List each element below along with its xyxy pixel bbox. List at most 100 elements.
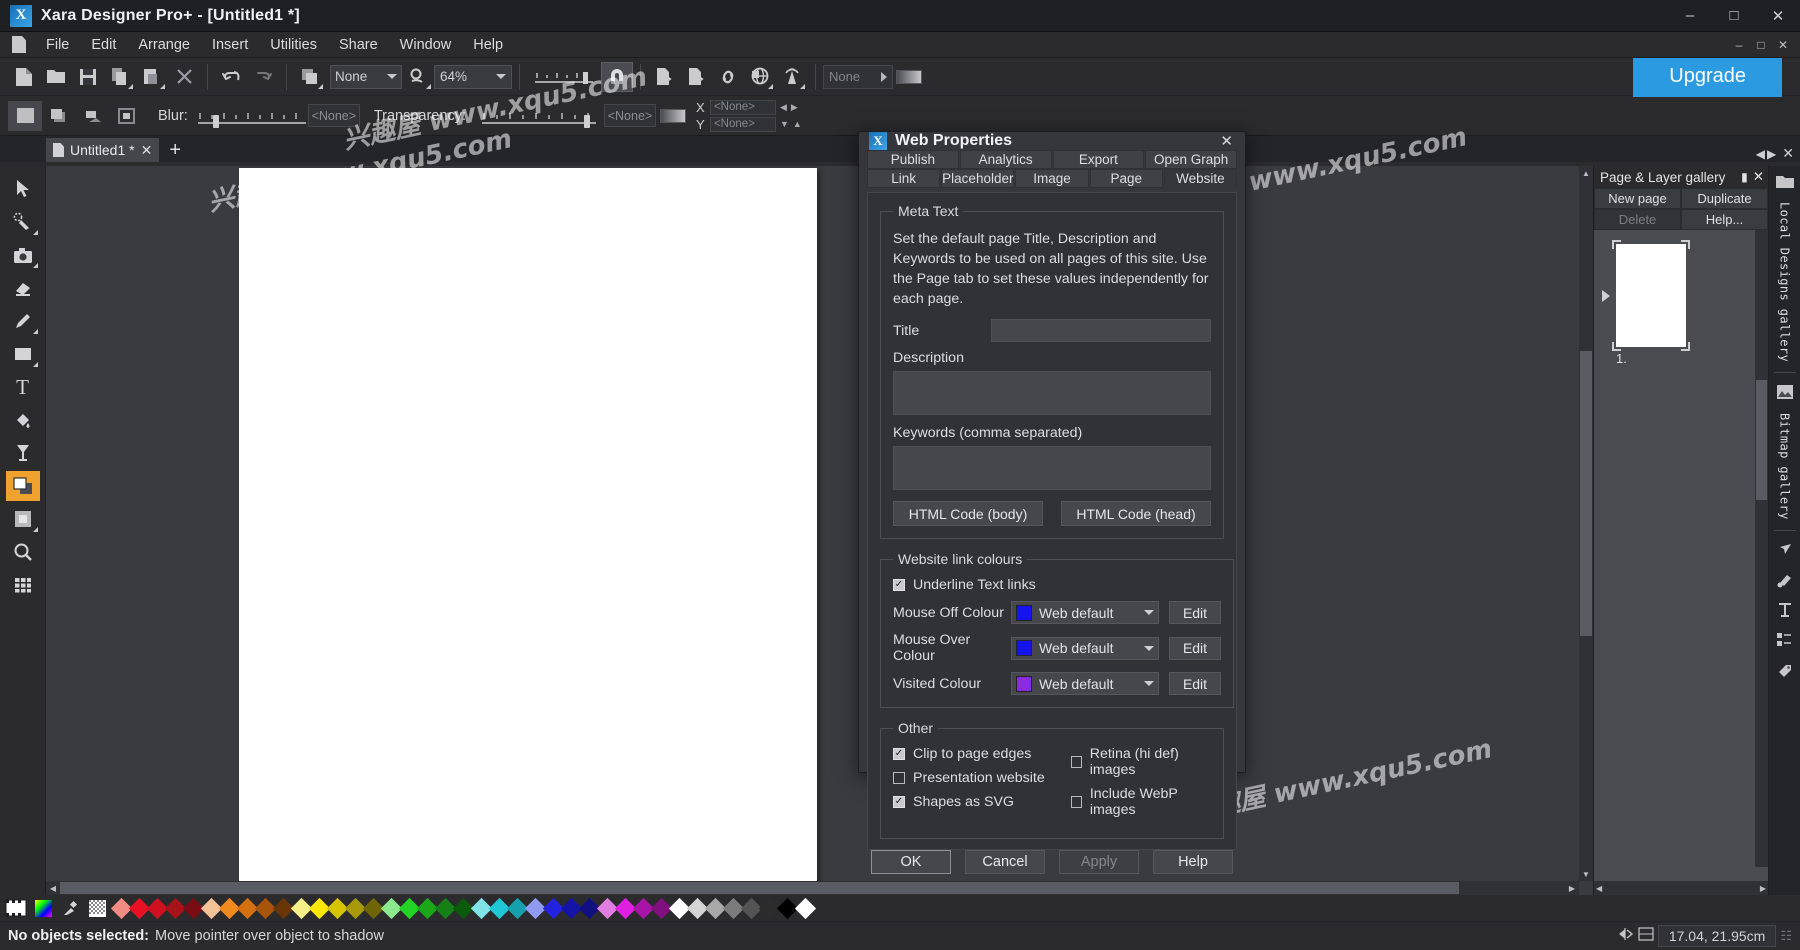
gallery-body[interactable]: 1. (1594, 230, 1768, 881)
arrow-cursor-icon[interactable] (1770, 535, 1800, 565)
tag-icon[interactable] (1770, 655, 1800, 685)
copy-icon[interactable] (104, 62, 136, 92)
redo-icon[interactable] (247, 62, 279, 92)
folder-icon[interactable] (1770, 166, 1800, 196)
transparency-tool[interactable] (6, 438, 40, 468)
title-input[interactable] (991, 319, 1211, 342)
doc-minimize-button[interactable]: – (1728, 38, 1750, 52)
presentation-website-row[interactable]: Presentation website (893, 770, 1071, 786)
duplicate-page-button[interactable]: Duplicate (1681, 188, 1768, 209)
gallery-scroll-left-icon[interactable]: ◀ (1596, 884, 1602, 893)
transparency-slider[interactable] (480, 107, 598, 128)
shapes-as-svg-row[interactable]: ✓ Shapes as SVG (893, 794, 1071, 810)
tab-export[interactable]: Export (1052, 150, 1145, 169)
style-select[interactable]: None (330, 64, 402, 89)
html-code-head-button[interactable]: HTML Code (head) (1061, 501, 1211, 526)
canvas[interactable]: ▲ ▼ ◀ ▶ (46, 166, 1593, 895)
close-button[interactable]: ✕ (1756, 0, 1800, 32)
maximize-button[interactable]: □ (1712, 0, 1756, 32)
mouse-off-colour-select[interactable]: Web default (1011, 601, 1159, 624)
menu-file[interactable]: File (35, 34, 80, 56)
gallery-scroll-thumb[interactable] (1756, 380, 1767, 500)
horizontal-scroll-thumb[interactable] (60, 882, 1459, 894)
link-target-field[interactable]: None (823, 64, 893, 89)
units-icon[interactable] (1638, 927, 1654, 945)
document-tab[interactable]: Untitled1 * ✕ (46, 138, 160, 162)
y-down-icon[interactable]: ▼ (780, 119, 789, 129)
no-color-icon[interactable] (4, 897, 28, 919)
zoom-tool-icon[interactable] (402, 62, 434, 92)
zoom-level-input[interactable]: 64% (434, 64, 512, 89)
close-tab-icon[interactable]: ✕ (141, 142, 153, 159)
help-button[interactable]: Help (1153, 850, 1233, 874)
y-input[interactable]: <None> (709, 116, 776, 132)
underline-checkbox[interactable]: ✓ (893, 579, 905, 591)
minimize-button[interactable]: – (1668, 0, 1712, 32)
floor-shadow-button[interactable] (76, 101, 110, 131)
cancel-button[interactable]: Cancel (965, 850, 1045, 874)
web-properties-dialog[interactable]: X Web Properties ✕ Publish Analytics Exp… (858, 131, 1246, 874)
tab-link[interactable]: Link (867, 169, 941, 188)
new-tab-button[interactable]: + (159, 140, 191, 162)
blur-value-field[interactable]: <None> (307, 104, 360, 127)
tab-open-graph[interactable]: Open Graph (1145, 150, 1237, 169)
gallery-close-icon[interactable]: ✕ (1753, 169, 1764, 185)
scroll-left-icon[interactable]: ◀ (46, 881, 60, 895)
delete-icon[interactable] (168, 62, 200, 92)
html-code-body-button[interactable]: HTML Code (body) (893, 501, 1043, 526)
quality-slider[interactable] (533, 66, 595, 88)
gallery-horizontal-scrollbar[interactable]: ◀ ▶ (1594, 881, 1768, 895)
tab-website[interactable]: Website (1163, 169, 1237, 188)
upgrade-button[interactable]: Upgrade (1633, 56, 1782, 97)
include-webp-checkbox[interactable] (1071, 796, 1082, 808)
broadcast-icon[interactable] (776, 62, 808, 92)
page-thumbnail-row[interactable] (1594, 240, 1768, 351)
mirror-icon[interactable] (1618, 927, 1634, 945)
import-icon[interactable] (648, 62, 680, 92)
canvas-vertical-scrollbar[interactable]: ▲ ▼ (1579, 166, 1593, 881)
paste-icon[interactable] (136, 62, 168, 92)
eraser-tool[interactable] (6, 273, 40, 303)
doc-close-button[interactable]: ✕ (1772, 38, 1794, 52)
paint-icon[interactable] (1770, 565, 1800, 595)
menu-window[interactable]: Window (389, 34, 463, 56)
description-textarea[interactable] (893, 371, 1211, 415)
freehand-tool[interactable] (6, 306, 40, 336)
dialog-close-icon[interactable]: ✕ (1214, 132, 1239, 150)
image-icon[interactable] (1770, 377, 1800, 407)
open-folder-icon[interactable] (40, 62, 72, 92)
tab-image[interactable]: Image (1015, 169, 1089, 188)
mouse-over-colour-select[interactable]: Web default (1011, 636, 1159, 660)
document-page[interactable] (239, 168, 817, 883)
vertical-tab-bitmap-gallery[interactable]: Bitmap gallery (1778, 407, 1792, 526)
shadow-tool[interactable] (5, 471, 40, 501)
mouse-over-edit-button[interactable]: Edit (1169, 636, 1221, 660)
retina-images-row[interactable]: Retina (hi def) images (1071, 746, 1211, 778)
visited-colour-select[interactable]: Web default (1011, 672, 1159, 695)
transparent-swatch-icon[interactable] (85, 897, 109, 919)
tab-analytics[interactable]: Analytics (959, 150, 1052, 169)
menu-help[interactable]: Help (462, 34, 514, 56)
clip-to-page-edges-checkbox[interactable]: ✓ (893, 748, 905, 760)
menu-share[interactable]: Share (328, 34, 389, 56)
export-icon[interactable] (680, 62, 712, 92)
apply-button[interactable]: Apply (1059, 850, 1139, 874)
menu-arrange[interactable]: Arrange (127, 34, 201, 56)
new-page-button[interactable]: New page (1594, 188, 1681, 209)
clip-to-page-edges-row[interactable]: ✓ Clip to page edges (893, 746, 1071, 762)
x-input[interactable]: <None> (709, 99, 776, 115)
snap-magnet-icon[interactable] (601, 61, 633, 92)
page-grid-tool[interactable] (6, 570, 40, 600)
scroll-down-icon[interactable]: ▼ (1579, 867, 1593, 881)
underline-checkbox-row[interactable]: ✓ Underline Text links (893, 577, 1221, 593)
canvas-horizontal-scrollbar[interactable]: ◀ ▶ (46, 881, 1579, 895)
color-swatch-button[interactable] (893, 62, 925, 92)
duplicate-icon[interactable] (294, 62, 326, 92)
vertical-tab-local-designs[interactable]: Local Designs gallery (1778, 196, 1792, 368)
shape-editor-tool[interactable] (6, 207, 40, 237)
x-next-icon[interactable]: ▶ (791, 102, 798, 113)
wall-shadow-button[interactable] (42, 101, 76, 131)
y-up-icon[interactable]: ▲ (793, 119, 802, 129)
zoom-tool[interactable] (6, 537, 40, 567)
expand-triangle-icon[interactable] (1602, 289, 1610, 302)
